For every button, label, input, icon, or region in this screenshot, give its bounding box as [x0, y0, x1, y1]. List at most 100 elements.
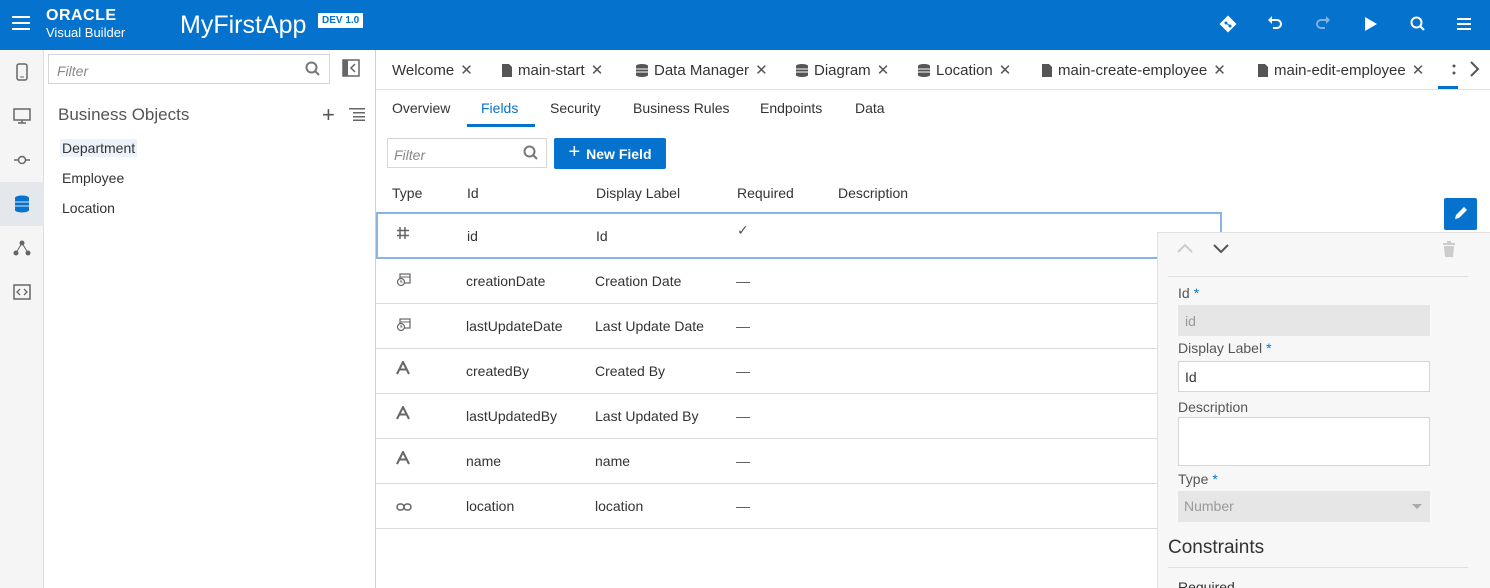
close-icon[interactable]: ✕ — [877, 61, 890, 79]
left-rail — [0, 50, 44, 588]
business-object-item-department[interactable]: Department — [58, 136, 374, 166]
type-label: Type * — [1178, 471, 1218, 487]
tab-label: Data Manager — [654, 61, 750, 79]
plus-icon: + — [568, 141, 581, 163]
divider — [1168, 567, 1468, 568]
tab-overflow-icon[interactable] — [1444, 50, 1464, 90]
field-display-label: Last Update Date — [595, 318, 704, 334]
chevron-down-icon[interactable] — [1212, 241, 1230, 258]
close-icon[interactable]: ✕ — [591, 61, 604, 79]
navigator-panel: Filter Business Objects + Department Emp… — [44, 50, 376, 588]
panel-navigation — [1176, 241, 1230, 258]
web-apps-icon[interactable] — [0, 94, 44, 138]
run-icon[interactable] — [1358, 12, 1382, 36]
git-icon[interactable] — [1216, 12, 1240, 36]
column-header-display-label[interactable]: Display Label — [596, 185, 680, 201]
subtab-overview[interactable]: Overview — [392, 100, 450, 116]
column-header-description[interactable]: Description — [838, 185, 908, 201]
page-icon — [1258, 63, 1268, 77]
required-check-icon: ✓ — [737, 222, 749, 238]
service-connections-icon[interactable] — [0, 138, 44, 182]
field-id: lastUpdatedBy — [466, 408, 558, 424]
new-field-label: New Field — [586, 145, 652, 162]
active-tab-indicator — [1438, 86, 1458, 89]
close-icon[interactable]: ✕ — [1412, 61, 1425, 79]
display-label-field[interactable]: Id — [1178, 361, 1430, 392]
close-icon[interactable]: ✕ — [1213, 61, 1226, 79]
description-field[interactable] — [1178, 417, 1430, 466]
chevron-up-icon[interactable] — [1176, 241, 1194, 258]
reference-icon — [396, 499, 412, 515]
business-object-item-location[interactable]: Location — [58, 196, 374, 226]
subtab-business-rules[interactable]: Business Rules — [633, 100, 730, 116]
hamburger-menu-icon[interactable] — [12, 16, 30, 30]
database-icon — [918, 63, 930, 77]
collapse-panel-icon[interactable] — [342, 59, 360, 80]
menu-list-icon[interactable] — [1452, 12, 1476, 36]
trash-icon[interactable] — [1442, 241, 1456, 260]
close-icon[interactable]: ✕ — [460, 61, 473, 79]
field-display-label: name — [595, 453, 631, 469]
column-header-required[interactable]: Required — [737, 185, 794, 201]
business-objects-icon[interactable] — [0, 182, 44, 226]
type-select-value: Number — [1184, 498, 1234, 514]
mobile-apps-icon[interactable] — [0, 50, 44, 94]
tab-data-manager[interactable]: Data Manager ✕ — [636, 50, 768, 90]
id-label-text: Id — [1178, 285, 1190, 301]
undo-icon[interactable] — [1263, 12, 1287, 36]
not-required-dash: — — [736, 273, 750, 289]
type-select[interactable]: Number — [1178, 491, 1430, 522]
subtab-endpoints[interactable]: Endpoints — [760, 100, 822, 116]
table-row[interactable]: id Id ✓ — [376, 212, 1222, 259]
new-field-button[interactable]: + New Field — [554, 138, 666, 169]
search-icon[interactable] — [522, 144, 540, 165]
column-header-type[interactable]: Type — [392, 185, 422, 201]
business-object-item-employee[interactable]: Employee — [58, 166, 374, 196]
subtab-security[interactable]: Security — [550, 100, 601, 116]
number-icon — [396, 226, 410, 243]
field-id: id — [467, 228, 478, 244]
string-icon — [396, 359, 410, 378]
redo-icon[interactable] — [1311, 12, 1335, 36]
close-icon[interactable]: ✕ — [999, 61, 1012, 79]
close-icon[interactable]: ✕ — [755, 61, 768, 79]
tab-location[interactable]: Location ✕ — [918, 50, 1011, 90]
subtab-data[interactable]: Data — [855, 100, 885, 116]
tab-main-start[interactable]: main-start ✕ — [502, 50, 603, 90]
id-field[interactable]: id — [1178, 305, 1430, 336]
tab-main-edit-employee[interactable]: main-edit-employee ✕ — [1258, 50, 1424, 90]
database-icon — [636, 63, 648, 77]
display-label-text: Display Label — [1178, 340, 1263, 356]
table-row[interactable]: lastUpdatedBy Last Updated By — — [376, 394, 1222, 439]
constraints-heading: Constraints — [1168, 537, 1265, 558]
column-header-id[interactable]: Id — [467, 185, 479, 201]
add-business-object-icon[interactable]: + — [322, 102, 335, 128]
edit-pencil-button[interactable] — [1444, 198, 1477, 230]
datetime-icon — [396, 271, 412, 290]
divider — [1168, 276, 1468, 277]
table-row[interactable]: name name — — [376, 439, 1222, 484]
processes-icon[interactable] — [0, 226, 44, 270]
field-display-label: Id — [596, 228, 608, 244]
table-row[interactable]: lastUpdateDate Last Update Date — — [376, 304, 1222, 349]
tab-label: Welcome — [392, 61, 455, 79]
not-required-dash: — — [736, 363, 750, 379]
chevron-right-icon[interactable] — [1468, 60, 1480, 81]
table-row[interactable]: createdBy Created By — — [376, 349, 1222, 394]
field-display-label: location — [595, 498, 644, 514]
app-title: MyFirstApp — [180, 11, 307, 39]
tab-main-create-employee[interactable]: main-create-employee ✕ — [1042, 50, 1226, 90]
source-view-icon[interactable] — [0, 270, 44, 314]
id-label: Id * — [1178, 285, 1199, 301]
table-row[interactable]: creationDate Creation Date — — [376, 259, 1222, 304]
navigator-menu-icon[interactable] — [349, 107, 365, 124]
field-id: lastUpdateDate — [466, 318, 563, 334]
required-checkbox-label[interactable]: Required — [1178, 579, 1235, 588]
subtab-fields[interactable]: Fields — [481, 100, 518, 116]
tab-diagram[interactable]: Diagram ✕ — [796, 50, 889, 90]
tab-welcome[interactable]: Welcome ✕ — [392, 50, 473, 90]
navigator-filter-input[interactable]: Filter — [48, 54, 330, 84]
table-row[interactable]: location location — — [376, 484, 1222, 529]
list-item-label: Employee — [62, 170, 125, 186]
search-icon[interactable] — [1406, 12, 1430, 36]
